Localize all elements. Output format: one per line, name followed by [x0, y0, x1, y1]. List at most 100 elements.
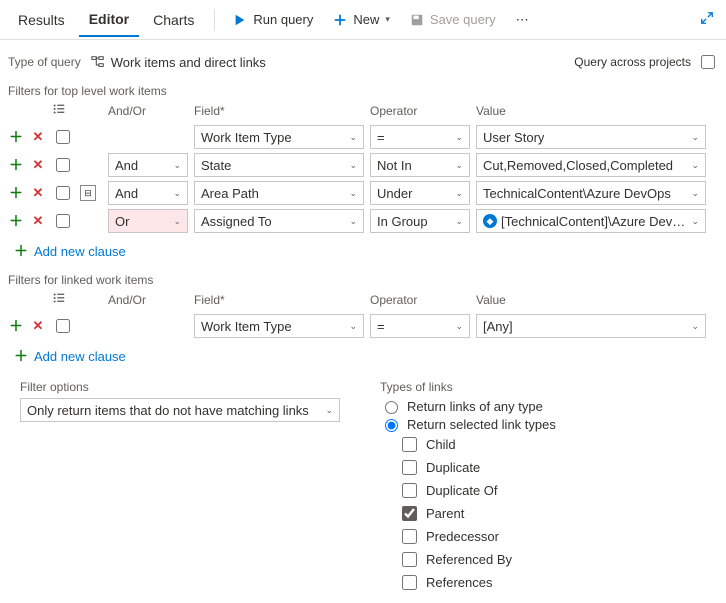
link-type-checkbox[interactable]	[402, 506, 417, 521]
top-row: ＋ ✕ Or⌄Assigned To⌄In Group⌄◆[TechnicalCon…	[8, 209, 718, 233]
value-select[interactable]: User Story⌄	[476, 125, 706, 149]
value-select[interactable]: TechnicalContent\Azure DevOps⌄	[476, 181, 706, 205]
remove-row-button[interactable]: ✕	[30, 185, 46, 201]
chevron-down-icon: ⌄	[325, 405, 333, 416]
plus-icon: ＋	[14, 346, 28, 366]
filter-options-value: Only return items that do not have match…	[27, 403, 309, 418]
tab-charts[interactable]: Charts	[143, 4, 204, 36]
save-query-label: Save query	[430, 12, 496, 27]
radio-any-type[interactable]	[385, 401, 398, 414]
remove-row-button[interactable]: ✕	[30, 318, 46, 334]
link-type-checkbox[interactable]	[402, 552, 417, 567]
operator-select[interactable]: In Group⌄	[370, 209, 470, 233]
radio-selected-types[interactable]	[385, 419, 398, 432]
link-type-item: References	[398, 572, 556, 593]
col-field: Field*	[194, 104, 364, 118]
value-select[interactable]: Cut,Removed,Closed,Completed⌄	[476, 153, 706, 177]
link-type-label: References	[426, 575, 492, 590]
query-type-value[interactable]: Work items and direct links	[91, 55, 266, 70]
row-checkbox[interactable]	[56, 186, 70, 200]
add-row-button[interactable]: ＋	[8, 157, 24, 173]
list-icon	[52, 102, 66, 116]
value-select[interactable]: ◆[TechnicalContent]\Azure DevOps⌄	[476, 209, 706, 233]
link-type-item: Child	[398, 434, 556, 455]
link-type-checkbox[interactable]	[402, 575, 417, 590]
new-button[interactable]: New ▾	[325, 8, 398, 31]
field-select[interactable]: Area Path⌄	[194, 181, 364, 205]
toolbar: Results Editor Charts Run query New ▾ Sa…	[0, 0, 726, 40]
add-clause-linked-label: Add new clause	[34, 349, 126, 364]
add-row-button[interactable]: ＋	[8, 213, 24, 229]
link-type-checkbox[interactable]	[402, 460, 417, 475]
link-type-item: Referenced By	[398, 549, 556, 570]
row-checkbox[interactable]	[56, 158, 70, 172]
field-select[interactable]: Assigned To⌄	[194, 209, 364, 233]
play-icon	[233, 13, 247, 27]
add-row-button[interactable]: ＋	[8, 185, 24, 201]
top-filters-title: Filters for top level work items	[8, 84, 718, 98]
link-type-item: Duplicate	[398, 457, 556, 478]
filter-options-select[interactable]: Only return items that do not have match…	[20, 398, 340, 422]
col-operator: Operator	[370, 104, 470, 118]
andor-select[interactable]: And⌄	[108, 153, 188, 177]
link-type-label: Referenced By	[426, 552, 512, 567]
list-icon	[52, 291, 66, 305]
remove-row-button[interactable]: ✕	[30, 157, 46, 173]
top-filters-header: And/Or Field* Operator Value	[8, 102, 718, 119]
more-button[interactable]: ⋯	[508, 8, 537, 32]
top-row: ＋ ✕ ⊟ And⌄Area Path⌄Under⌄TechnicalContent\…	[8, 181, 718, 205]
divider	[214, 9, 215, 31]
andor-select[interactable]: Or⌄	[108, 209, 188, 233]
col-value: Value	[476, 104, 706, 118]
team-icon: ◆	[483, 214, 497, 228]
row-checkbox[interactable]	[56, 130, 70, 144]
operator-select[interactable]: Not In⌄	[370, 153, 470, 177]
plus-icon: ＋	[14, 241, 28, 261]
query-across-checkbox[interactable]	[701, 55, 715, 69]
save-query-button: Save query	[402, 8, 504, 31]
add-row-button[interactable]: ＋	[8, 129, 24, 145]
remove-row-button[interactable]: ✕	[30, 129, 46, 145]
field-select[interactable]: State⌄	[194, 153, 364, 177]
operator-select[interactable]: Under⌄	[370, 181, 470, 205]
new-label: New	[353, 12, 379, 27]
expand-button[interactable]	[696, 7, 718, 32]
chevron-down-icon: ▾	[385, 14, 390, 25]
andor-select[interactable]: And⌄	[108, 181, 188, 205]
radio-selected-types-label: Return selected link types	[407, 417, 556, 432]
link-type-item: Predecessor	[398, 526, 556, 547]
group-icon[interactable]: ⊟	[80, 185, 96, 201]
link-type-item: Duplicate Of	[398, 480, 556, 501]
link-type-label: Duplicate	[426, 460, 480, 475]
linked-filters-header: And/Or Field* Operator Value	[8, 291, 718, 308]
tab-editor[interactable]: Editor	[79, 3, 139, 37]
remove-row-button[interactable]: ✕	[30, 213, 46, 229]
linked-row: ＋ ✕ Work Item Type⌄=⌄[Any]⌄	[8, 314, 718, 338]
operator-select[interactable]: =⌄	[370, 314, 470, 338]
value-select[interactable]: [Any]⌄	[476, 314, 706, 338]
link-type-checkbox[interactable]	[402, 529, 417, 544]
link-type-checkbox[interactable]	[402, 483, 417, 498]
top-row: ＋ ✕ And⌄State⌄Not In⌄Cut,Removed,Closed,Co…	[8, 153, 718, 177]
field-select[interactable]: Work Item Type⌄	[194, 314, 364, 338]
col-andor: And/Or	[108, 104, 188, 118]
field-select[interactable]: Work Item Type⌄	[194, 125, 364, 149]
add-row-button[interactable]: ＋	[8, 318, 24, 334]
add-clause-linked[interactable]: ＋ Add new clause	[8, 342, 126, 376]
tab-results[interactable]: Results	[8, 4, 75, 36]
link-type-checkbox[interactable]	[402, 437, 417, 452]
top-row: ＋ ✕ Work Item Type⌄=⌄User Story⌄	[8, 125, 718, 149]
row-checkbox[interactable]	[56, 319, 70, 333]
query-type-section: Type of query Work items and direct link…	[0, 40, 726, 376]
linked-filters-title: Filters for linked work items	[8, 273, 718, 287]
row-checkbox[interactable]	[56, 214, 70, 228]
add-clause-top[interactable]: ＋ Add new clause	[8, 237, 126, 271]
operator-select[interactable]: =⌄	[370, 125, 470, 149]
filter-options: Filter options Only return items that do…	[20, 380, 340, 595]
run-query-button[interactable]: Run query	[225, 8, 321, 31]
link-type-label: Child	[426, 437, 456, 452]
filter-options-label: Filter options	[20, 380, 340, 394]
query-type-label: Type of query	[8, 55, 81, 69]
link-type-label: Parent	[426, 506, 464, 521]
link-type-label: Duplicate Of	[426, 483, 498, 498]
